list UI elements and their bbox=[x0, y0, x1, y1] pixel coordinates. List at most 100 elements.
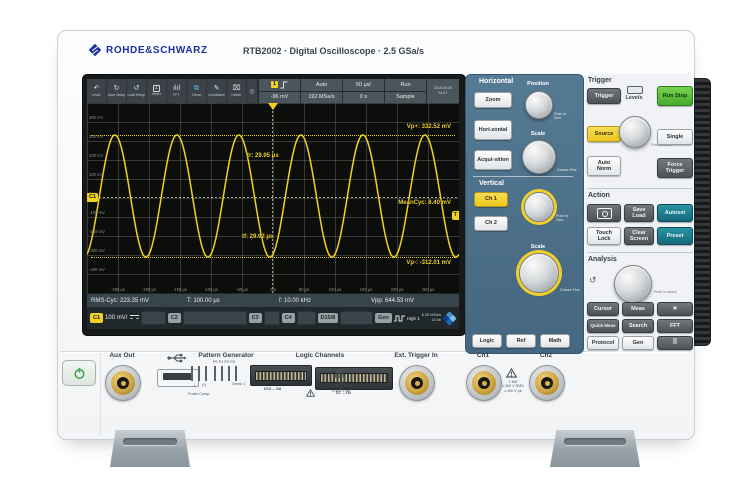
auto-norm-button[interactable]: Auto Norm bbox=[587, 156, 621, 176]
ext-trigger-connector[interactable] bbox=[399, 365, 435, 401]
meas-button[interactable]: Meas bbox=[622, 302, 654, 316]
logic-pod-connector-d7-d0[interactable] bbox=[315, 367, 393, 390]
channel2-button[interactable]: Ch 2 bbox=[474, 216, 508, 231]
trigger-source-button[interactable]: Source bbox=[587, 126, 621, 142]
status-timebase[interactable]: 50 μs/ 0 s bbox=[342, 79, 384, 103]
horizontal-position-knob[interactable] bbox=[525, 91, 553, 119]
channel-c1-scale[interactable]: 100 mV/ bbox=[105, 315, 140, 321]
navigation-knob[interactable] bbox=[614, 265, 652, 303]
logic-button[interactable]: Logic bbox=[472, 334, 502, 348]
channel-c3-badge[interactable]: C3 bbox=[248, 313, 262, 323]
levels-indicator-icon bbox=[627, 86, 643, 94]
stand-foot-left bbox=[110, 430, 190, 467]
gen-button[interactable]: Gen bbox=[622, 336, 654, 350]
logic-pod-connector-d15-d8[interactable] bbox=[250, 365, 312, 386]
channel-c2-badge[interactable]: C2 bbox=[167, 313, 181, 323]
force-trigger-button[interactable]: Force Trigger bbox=[657, 158, 693, 178]
acquisition-button[interactable]: Acqui-sition bbox=[474, 150, 512, 170]
acquisition-mode: Sample bbox=[385, 91, 426, 103]
channel1-button[interactable]: Ch 1 bbox=[474, 192, 508, 207]
quick-meas-button[interactable]: Quick Meas bbox=[587, 319, 619, 333]
horizontal-position-value: 0 s bbox=[343, 91, 384, 103]
aux-out-connector[interactable] bbox=[105, 365, 141, 401]
brand-name: ROHDE&SCHWARZ bbox=[106, 45, 208, 56]
zoom-button[interactable]: Zoom bbox=[474, 92, 512, 108]
vertical-position-knob[interactable] bbox=[524, 192, 554, 222]
touch-lock-button[interactable]: Touch Lock bbox=[587, 227, 621, 245]
power-button[interactable] bbox=[62, 360, 96, 386]
sample-rate-value: 192 MSa/s bbox=[301, 91, 342, 103]
record-length-info: 10 kb bbox=[431, 318, 441, 322]
toolbar-undo-button[interactable]: ↶ Undo bbox=[87, 79, 107, 103]
vertical-scale-hint: Coarse Fine bbox=[560, 288, 580, 292]
clear-screen-button[interactable]: Clear Screen bbox=[624, 227, 654, 245]
single-button[interactable]: Single bbox=[657, 129, 693, 145]
protocol-button[interactable]: Protocol bbox=[587, 336, 619, 350]
apps-button[interactable]: ⠿ bbox=[657, 336, 693, 350]
pattern-generator-pins[interactable] bbox=[214, 366, 241, 381]
acquisition-state: Run bbox=[385, 79, 426, 91]
annotation-vp-plus: Vp+: 332.52 mV bbox=[406, 124, 451, 130]
x-axis-label: -100 μs bbox=[203, 287, 219, 292]
horizontal-button[interactable]: Hori-zontal bbox=[474, 120, 512, 140]
tr极igger-level-marker[interactable]: T bbox=[451, 211, 459, 221]
time-value: 14:47 bbox=[438, 91, 448, 95]
toolbar-load-setup-button[interactable]: ↺ Load Setup bbox=[127, 79, 147, 103]
model-title: RTB2002 · Digital Oscilloscope · 2.5 GSa… bbox=[243, 45, 425, 56]
screenshot-button[interactable] bbox=[587, 204, 621, 222]
settings-icon[interactable]: ◎ bbox=[247, 79, 258, 103]
annotation-mean-cycle: MeanCyc: 8.40 mV bbox=[398, 200, 451, 206]
status-trigger-mode[interactable]: Auto 192 MSa/s bbox=[300, 79, 342, 103]
trigger-level-knob[interactable] bbox=[619, 116, 651, 148]
run-stop-button[interactable]: Run Stop bbox=[657, 86, 693, 106]
search-button[interactable]: Search bbox=[622, 319, 654, 333]
toolbar-item-label: Save Setup bbox=[107, 92, 126, 97]
status-trigger-source[interactable]: 1 -96 mV bbox=[258, 79, 300, 103]
cursor-button[interactable]: Cursor bbox=[587, 302, 619, 316]
preset-button[interactable]: Preset bbox=[657, 227, 693, 245]
result-period: T: 100.00 μs bbox=[187, 298, 220, 304]
ch2-connector[interactable] bbox=[529, 365, 565, 401]
rs-menu-icon[interactable] bbox=[442, 310, 457, 326]
toolbar-fft-button[interactable]: ılıl FFT bbox=[167, 79, 187, 103]
ch1-connector[interactable] bbox=[466, 365, 502, 401]
vp-minus-cursor-line bbox=[91, 257, 455, 259]
ref-button[interactable]: Ref bbox=[506, 334, 536, 348]
y-axis-label: -200 mV bbox=[89, 229, 105, 234]
navigation-arrow-icon: ↺ bbox=[589, 275, 597, 285]
save-load-button[interactable]: Save Load bbox=[624, 204, 654, 222]
probe-comp-label: Probe Comp. bbox=[188, 392, 211, 396]
fft-button[interactable]: FFT bbox=[657, 319, 693, 333]
toolbar-delete-button[interactable]: ⌧ Delete bbox=[227, 79, 247, 103]
waveform-graticule[interactable]: 400 mV300 mV200 mV100 mV0 V-100 mV-200 m… bbox=[87, 103, 459, 293]
toolbar-demo-button[interactable]: ⧉ Demo bbox=[187, 79, 207, 103]
autoset-button[interactable]: Autoset bbox=[657, 204, 693, 222]
x-axis-label: -150 μs bbox=[172, 287, 188, 292]
result-frequency: f: 10.00 kHz bbox=[279, 298, 312, 304]
toolbar-annotation-button[interactable]: ✎ Annotation bbox=[207, 79, 227, 103]
oscilloscope-display[interactable]: ↶ Undo ↻ Save Setup ↺ Load Setup Z Meter ılıl FFT… bbox=[87, 79, 459, 329]
probe-comp-pins[interactable] bbox=[191, 366, 207, 381]
undo-icon: ↶ bbox=[93, 84, 100, 92]
toolbar-save-setup-button[interactable]: ↻ Save Setup bbox=[107, 79, 127, 103]
x-axis-label: 50 μs bbox=[298, 287, 310, 292]
horizontal-position-label: Position bbox=[527, 81, 549, 87]
x-axis-label: 200 μs bbox=[390, 287, 404, 292]
intensity-icon: ☀ bbox=[672, 305, 678, 312]
toolbar-item-label: Demo bbox=[191, 92, 202, 97]
logic-pod-badge[interactable]: D15/8 bbox=[317, 313, 339, 323]
trigger-button[interactable]: Trigger bbox=[587, 88, 621, 104]
channel-c4-badge[interactable]: C4 bbox=[281, 313, 295, 323]
generator-badge[interactable]: Gen bbox=[375, 313, 392, 323]
camera-icon bbox=[596, 207, 612, 219]
channel-c1-badge[interactable]: C1 bbox=[90, 313, 104, 323]
horizontal-scale-knob[interactable] bbox=[522, 140, 556, 174]
toolbar-meter-button[interactable]: Z Meter bbox=[147, 79, 167, 103]
vertical-scale-knob[interactable] bbox=[519, 253, 559, 293]
status-acquisition[interactable]: Run Sample bbox=[384, 79, 426, 103]
intensity-button[interactable]: ☀ bbox=[657, 302, 693, 316]
channel1-offset-marker[interactable]: C1 bbox=[87, 193, 99, 202]
trigger-position-marker[interactable] bbox=[268, 103, 278, 110]
math-button[interactable]: Math bbox=[540, 334, 570, 348]
pattern-pin-labels: P0 P1 P2 P3 bbox=[213, 360, 235, 364]
